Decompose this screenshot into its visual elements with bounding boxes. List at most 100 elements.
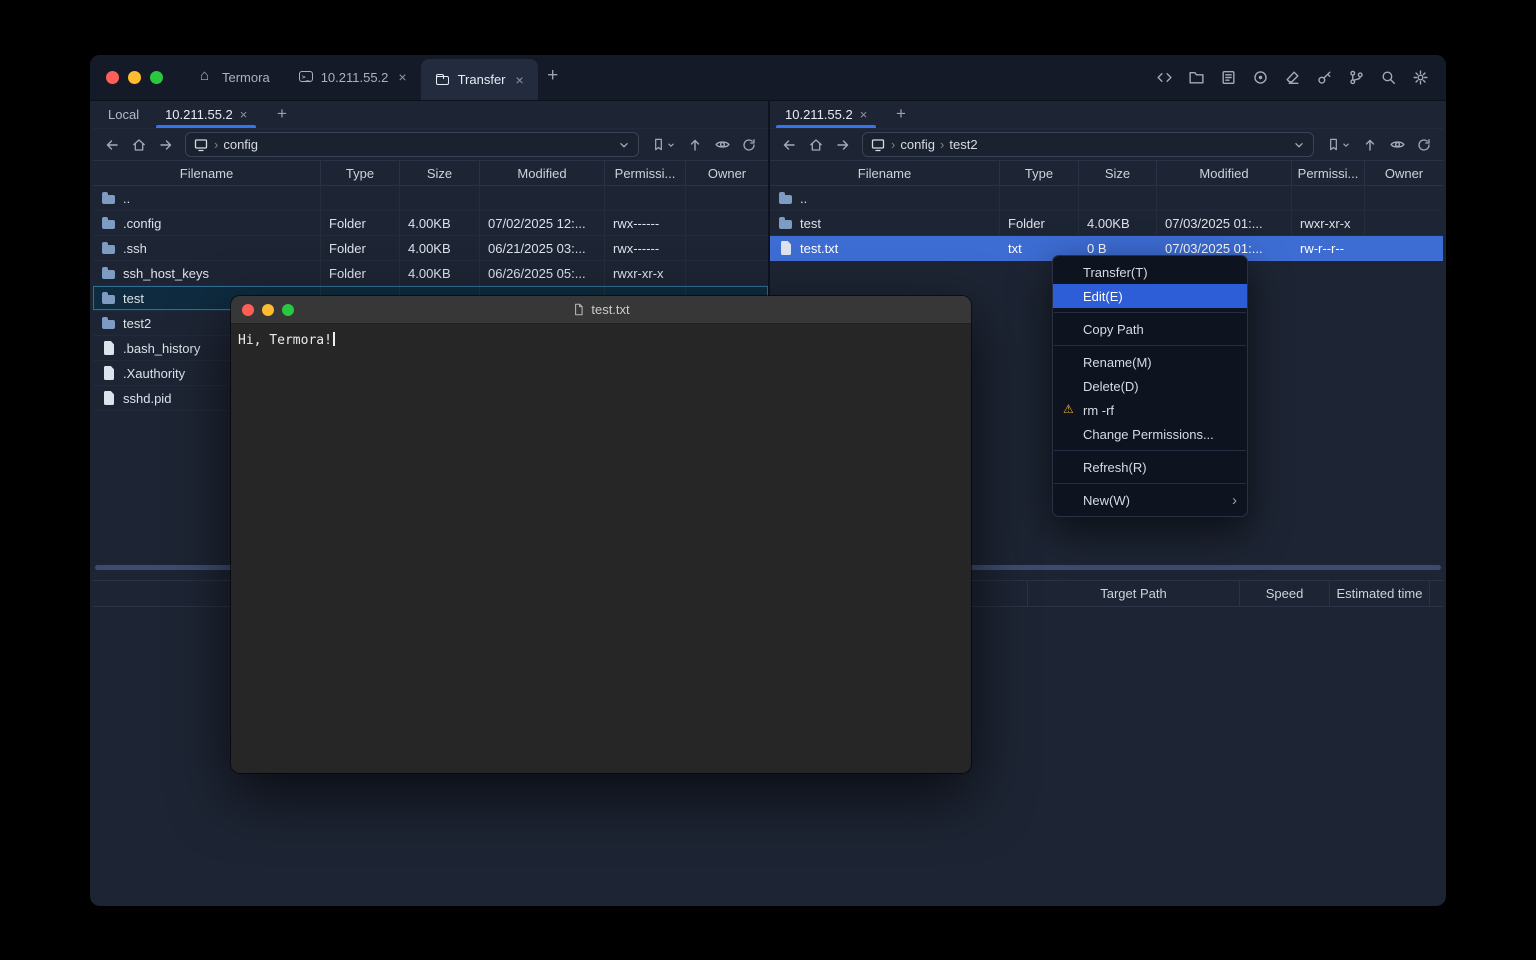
search-icon[interactable] [1378,68,1398,88]
file-name: .. [123,191,130,206]
up-directory-button[interactable] [1358,133,1382,157]
new-tab-button[interactable]: + [538,55,568,101]
context-menu-item[interactable] [1053,308,1247,317]
left-panel-toolbar: › config [93,129,768,160]
tab-close-icon[interactable]: × [398,69,406,85]
file-row[interactable]: ssh_host_keys Folder 4.00KB 06/26/2025 0… [93,261,768,286]
window-tab[interactable]: Transfer × [421,59,538,100]
tab-close-icon[interactable]: × [516,72,524,88]
tab-close-icon[interactable]: × [860,107,868,122]
column-header[interactable]: Permissi... [1292,161,1365,185]
context-menu-item[interactable]: Change Permissions... [1053,422,1247,446]
menu-item-label: Change Permissions... [1083,427,1214,442]
column-header[interactable]: Type [1000,161,1079,185]
forward-button[interactable] [154,133,178,157]
context-menu-item[interactable]: Refresh(R) [1053,455,1247,479]
branch-icon[interactable] [1346,68,1366,88]
file-row[interactable]: .config Folder 4.00KB 07/02/2025 12:... … [93,211,768,236]
editor-minimize-button[interactable] [262,304,274,316]
left-new-panel-tab-button[interactable]: + [268,101,296,129]
right-path-bar[interactable]: › config › test2 [862,132,1314,157]
back-button[interactable] [777,133,801,157]
show-hidden-files-button[interactable] [1385,133,1409,157]
right-panel-tab-bar: 10.211.55.2 × [770,101,1443,129]
log-icon[interactable] [1218,68,1238,88]
right-new-panel-tab-button[interactable]: + [887,101,915,129]
refresh-button[interactable] [1412,133,1436,157]
home-button[interactable] [804,133,828,157]
forward-arrow-icon [835,137,851,153]
transfer-column-header[interactable]: Speed [1240,581,1330,606]
home-icon [131,137,147,153]
panel-tab[interactable]: 10.211.55.2 × [152,101,260,128]
record-icon[interactable] [1250,68,1270,88]
panel-tab[interactable]: 10.211.55.2 × [772,101,880,128]
tab-label: 10.211.55.2 [321,70,389,85]
panel-tab[interactable]: Local [95,101,152,128]
breadcrumb-segment[interactable]: › config [214,137,258,152]
up-directory-button[interactable] [683,133,707,157]
refresh-button[interactable] [737,133,761,157]
key-icon[interactable] [1314,68,1334,88]
table-header: FilenameTypeSizeModifiedPermissi...Owner [770,160,1443,186]
file-row[interactable]: test Folder 4.00KB 07/03/2025 01:... rwx… [770,211,1443,236]
file-row[interactable]: .. [770,186,1443,211]
editor-content[interactable]: Hi, Termora! [231,324,971,357]
context-menu-item[interactable] [1053,341,1247,350]
context-menu-item[interactable] [1053,479,1247,488]
settings-icon[interactable] [1410,68,1430,88]
bookmark-button[interactable] [646,133,680,157]
transfer-column-header[interactable]: Estimated time [1330,581,1430,606]
column-header[interactable]: Size [400,161,480,185]
breadcrumb-segment[interactable]: › config [891,137,935,152]
window-tab[interactable]: Termora [185,55,284,100]
context-menu-item[interactable]: Delete(D) [1053,374,1247,398]
menu-item-icon [1062,264,1078,280]
context-menu-item[interactable]: rm -rf [1053,398,1247,422]
column-header[interactable]: Permissi... [605,161,686,185]
file-row[interactable]: .. [93,186,768,211]
file-owner [1365,186,1443,210]
column-header[interactable]: Size [1079,161,1157,185]
column-header[interactable]: Modified [1157,161,1292,185]
editor-zoom-button[interactable] [282,304,294,316]
minimize-window-button[interactable] [128,71,141,84]
file-row[interactable]: .ssh Folder 4.00KB 06/21/2025 03:... rwx… [93,236,768,261]
forward-button[interactable] [831,133,855,157]
eraser-icon[interactable] [1282,68,1302,88]
context-menu-item[interactable]: New(W) › [1053,488,1247,512]
column-header[interactable]: Modified [480,161,605,185]
breadcrumb-segment[interactable]: › test2 [940,137,978,152]
column-header[interactable]: Owner [686,161,768,185]
tab-label: Transfer [458,72,506,87]
context-menu-item[interactable]: Copy Path [1053,317,1247,341]
home-button[interactable] [127,133,151,157]
context-menu-item[interactable]: Edit(E) [1053,284,1247,308]
screen: Termora 10.211.55.2 × Transfer × + [0,0,1536,960]
context-menu-item[interactable]: Transfer(T) [1053,260,1247,284]
context-menu-item[interactable]: Rename(M) [1053,350,1247,374]
editor-titlebar[interactable]: test.txt [231,296,971,324]
context-menu-item[interactable] [1053,446,1247,455]
editor-close-button[interactable] [242,304,254,316]
window-tab[interactable]: 10.211.55.2 × [284,55,421,100]
close-window-button[interactable] [106,71,119,84]
bookmark-button[interactable] [1321,133,1355,157]
transfer-column-header[interactable]: Target Path [1028,581,1240,606]
folder-icon[interactable] [1186,68,1206,88]
forward-arrow-icon [158,137,174,153]
column-header[interactable]: Owner [1365,161,1443,185]
tab-close-icon[interactable]: × [240,107,248,122]
left-path-bar[interactable]: › config [185,132,639,157]
chevron-down-icon[interactable] [617,138,631,152]
editor-text: Hi, Termora! [238,333,332,348]
column-header[interactable]: Filename [93,161,321,185]
show-hidden-files-button[interactable] [710,133,734,157]
column-header[interactable]: Filename [770,161,1000,185]
file-name: ssh_host_keys [123,266,209,281]
chevron-down-icon[interactable] [1292,138,1306,152]
back-button[interactable] [100,133,124,157]
zoom-window-button[interactable] [150,71,163,84]
code-icon[interactable] [1154,68,1174,88]
column-header[interactable]: Type [321,161,400,185]
